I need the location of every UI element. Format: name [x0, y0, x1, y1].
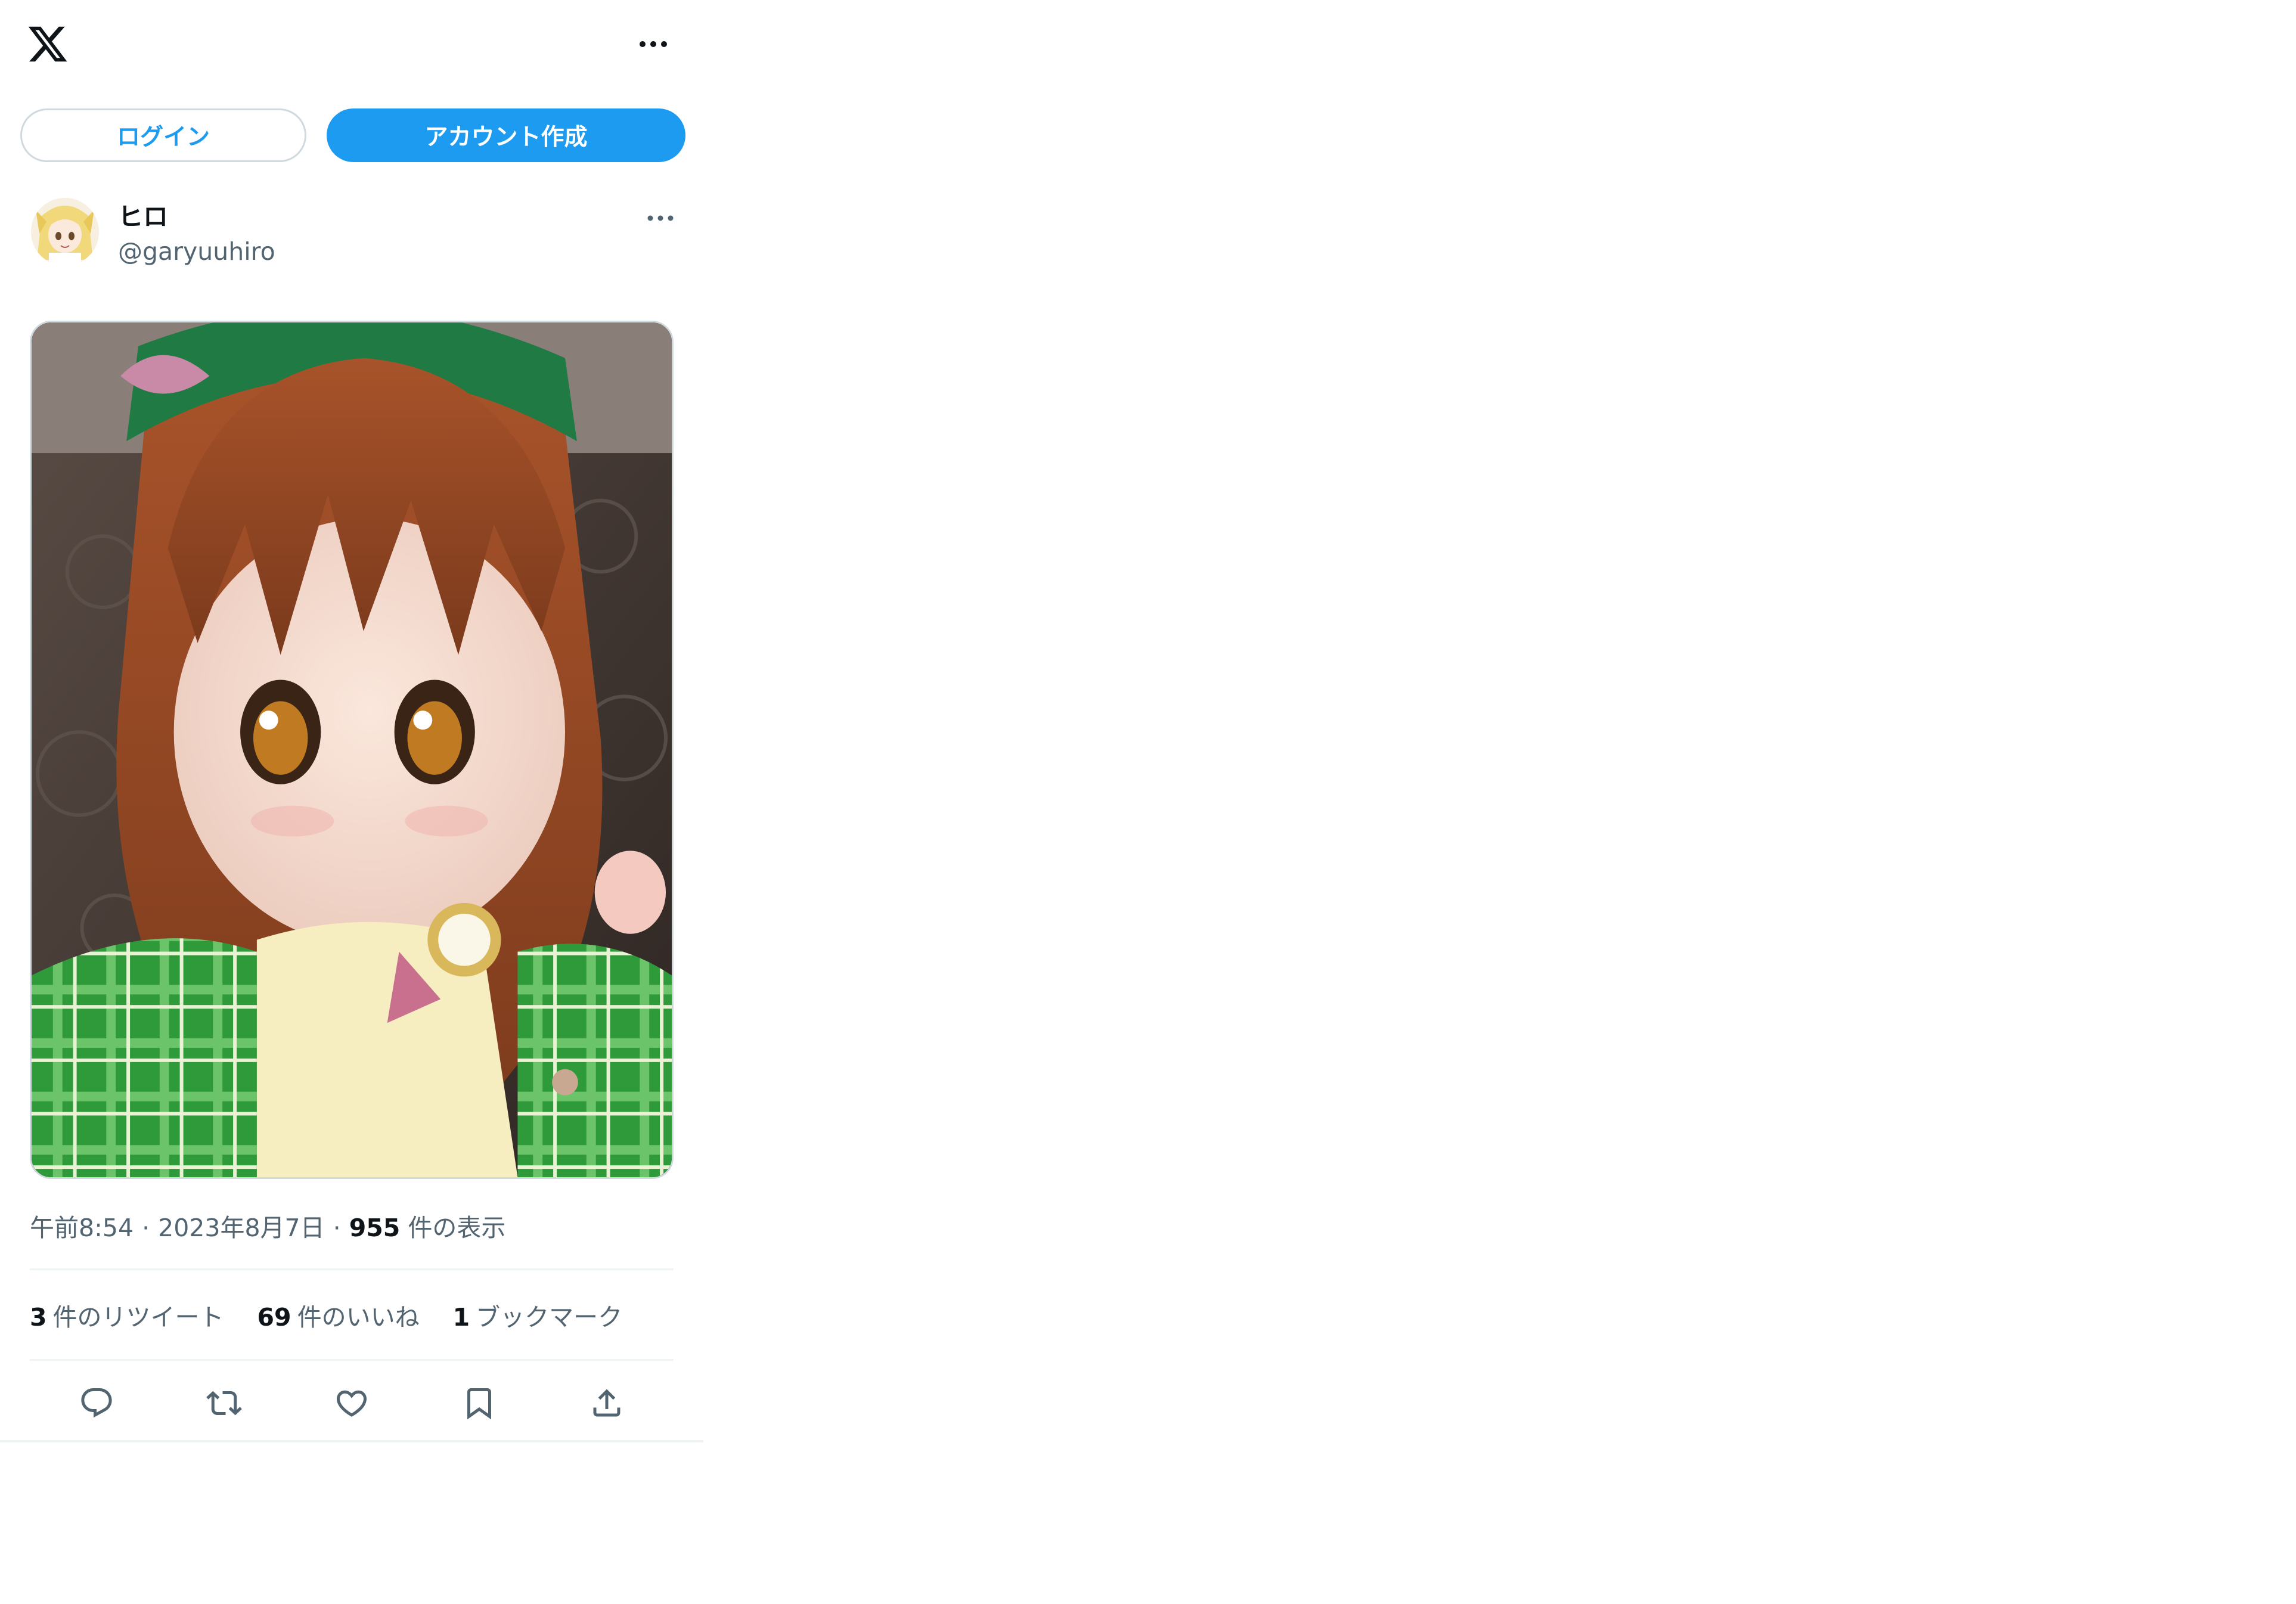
bookmark-icon[interactable] — [461, 1385, 497, 1421]
views-count: 955 — [349, 1214, 401, 1242]
post-media-image[interactable] — [30, 321, 674, 1179]
separator: · — [142, 1214, 150, 1242]
post-actions — [30, 1371, 674, 1431]
divider — [30, 1359, 674, 1361]
divider — [30, 1268, 674, 1270]
avatar[interactable] — [31, 198, 99, 266]
create-account-button[interactable]: アカウント作成 — [327, 108, 685, 162]
more-horizontal-icon[interactable] — [641, 207, 680, 229]
author-handle[interactable]: @garyuuhiro — [118, 235, 275, 268]
x-logo-icon[interactable] — [26, 23, 69, 66]
post-date[interactable]: 2023年8月7日 — [158, 1214, 325, 1242]
likes-count: 69 — [257, 1303, 291, 1332]
retweets-count: 3 — [30, 1303, 47, 1332]
likes-stat[interactable]: 69 件のいいね — [257, 1299, 420, 1335]
bookmarks-label: ブックマーク — [476, 1303, 623, 1332]
reply-icon[interactable] — [79, 1385, 114, 1421]
likes-label: 件のいいね — [297, 1303, 420, 1332]
retweets-label: 件のリツイート — [52, 1303, 224, 1332]
bookmarks-count: 1 — [452, 1303, 470, 1332]
post-time[interactable]: 午前8:54 — [30, 1214, 134, 1242]
post-meta: 午前8:54 · 2023年8月7日 · 955 件の表示 — [30, 1210, 505, 1246]
retweet-icon[interactable] — [206, 1385, 242, 1421]
bookmarks-stat[interactable]: 1 ブックマーク — [453, 1299, 623, 1335]
share-upload-icon[interactable] — [589, 1385, 625, 1421]
like-heart-icon[interactable] — [334, 1385, 370, 1421]
retweets-stat[interactable]: 3 件のリツイート — [30, 1299, 224, 1335]
more-horizontal-icon[interactable] — [632, 31, 675, 57]
separator: · — [333, 1214, 341, 1242]
tweet-panel: ログイン アカウント作成 ヒロ @garyuuhiro 午前8:54 · 202… — [0, 0, 703, 1442]
login-button[interactable]: ログイン — [20, 108, 306, 162]
views-label: 件の表示 — [408, 1214, 506, 1242]
author-name[interactable]: ヒロ — [118, 200, 168, 234]
post-stats: 3 件のリツイート 69 件のいいね 1 ブックマーク — [30, 1299, 656, 1335]
